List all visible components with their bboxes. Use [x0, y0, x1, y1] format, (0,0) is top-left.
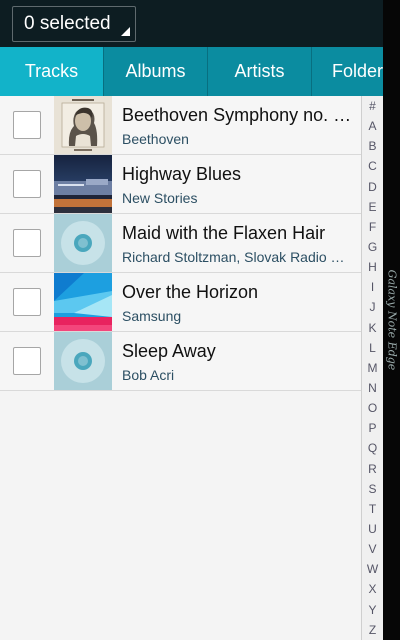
index-letter[interactable]: N: [362, 378, 383, 398]
track-artist: Richard Stoltzman, Slovak Radio Sy...: [122, 249, 352, 265]
track-checkbox[interactable]: [13, 170, 41, 198]
tab-folder[interactable]: Folder: [312, 47, 383, 96]
track-artist: Samsung: [122, 308, 182, 324]
index-letter[interactable]: R: [362, 459, 383, 479]
action-bar: 0 selected: [0, 0, 383, 47]
track-checkbox[interactable]: [13, 111, 41, 139]
album-art-beethoven: [54, 96, 112, 154]
index-letter[interactable]: G: [362, 237, 383, 257]
track-row[interactable]: Maid with the Flaxen Hair Richard Stoltz…: [0, 214, 361, 273]
index-letter[interactable]: #: [362, 96, 383, 116]
selection-dropdown[interactable]: 0 selected: [12, 6, 136, 42]
dropdown-corner-icon: [121, 27, 130, 36]
track-title: Over the Horizon: [122, 282, 259, 302]
track-artist: Beethoven: [122, 131, 189, 147]
index-letter[interactable]: E: [362, 197, 383, 217]
track-row[interactable]: Over the Horizon Samsung: [0, 273, 361, 332]
track-title: Sleep Away: [122, 341, 216, 361]
track-row[interactable]: Highway Blues New Stories: [0, 155, 361, 214]
track-title: Highway Blues: [122, 164, 242, 184]
track-artist: Bob Acri: [122, 367, 175, 383]
index-letter[interactable]: Z: [362, 620, 383, 640]
index-letter[interactable]: W: [362, 559, 383, 579]
track-checkbox[interactable]: [13, 347, 41, 375]
index-letter[interactable]: D: [362, 177, 383, 197]
index-letter[interactable]: L: [362, 338, 383, 358]
default-disc-icon: [54, 332, 112, 390]
alphabet-index-scrollbar[interactable]: # A B C D E F G H I J K L M N O P Q R S T U V W X Y Z: [361, 96, 383, 640]
track-checkbox[interactable]: [13, 288, 41, 316]
album-art-highway: [54, 155, 112, 213]
index-letter[interactable]: A: [362, 116, 383, 136]
track-row[interactable]: Sleep Away Bob Acri: [0, 332, 361, 391]
track-list: Beethoven Symphony no. 9... Beethoven Hi…: [0, 96, 361, 391]
track-checkbox[interactable]: [13, 229, 41, 257]
index-letter[interactable]: H: [362, 257, 383, 277]
index-letter[interactable]: T: [362, 499, 383, 519]
index-letter[interactable]: J: [362, 297, 383, 317]
index-letter[interactable]: V: [362, 539, 383, 559]
index-letter[interactable]: Q: [362, 438, 383, 458]
index-letter[interactable]: P: [362, 418, 383, 438]
index-letter[interactable]: U: [362, 519, 383, 539]
index-letter[interactable]: O: [362, 398, 383, 418]
tab-tracks[interactable]: Tracks: [0, 47, 104, 96]
track-artist: New Stories: [122, 190, 198, 206]
index-letter[interactable]: M: [362, 358, 383, 378]
track-title: Beethoven Symphony no. 9...: [122, 105, 358, 125]
tab-albums[interactable]: Albums: [104, 47, 208, 96]
default-disc-icon: [54, 214, 112, 272]
tab-artists[interactable]: Artists: [208, 47, 312, 96]
tab-bar: Tracks Albums Artists Folder: [0, 47, 383, 96]
track-row[interactable]: Beethoven Symphony no. 9... Beethoven: [0, 96, 361, 155]
index-letter[interactable]: I: [362, 277, 383, 297]
index-letter[interactable]: X: [362, 579, 383, 599]
index-letter[interactable]: C: [362, 156, 383, 176]
index-letter[interactable]: B: [362, 136, 383, 156]
index-letter[interactable]: F: [362, 217, 383, 237]
index-letter[interactable]: Y: [362, 600, 383, 620]
index-letter[interactable]: K: [362, 318, 383, 338]
edge-label: Galaxy Note Edge: [385, 269, 399, 371]
index-letter[interactable]: S: [362, 479, 383, 499]
selection-count: 0 selected: [24, 13, 111, 34]
album-art-samsung: [54, 273, 112, 331]
track-title: Maid with the Flaxen Hair: [122, 223, 326, 243]
